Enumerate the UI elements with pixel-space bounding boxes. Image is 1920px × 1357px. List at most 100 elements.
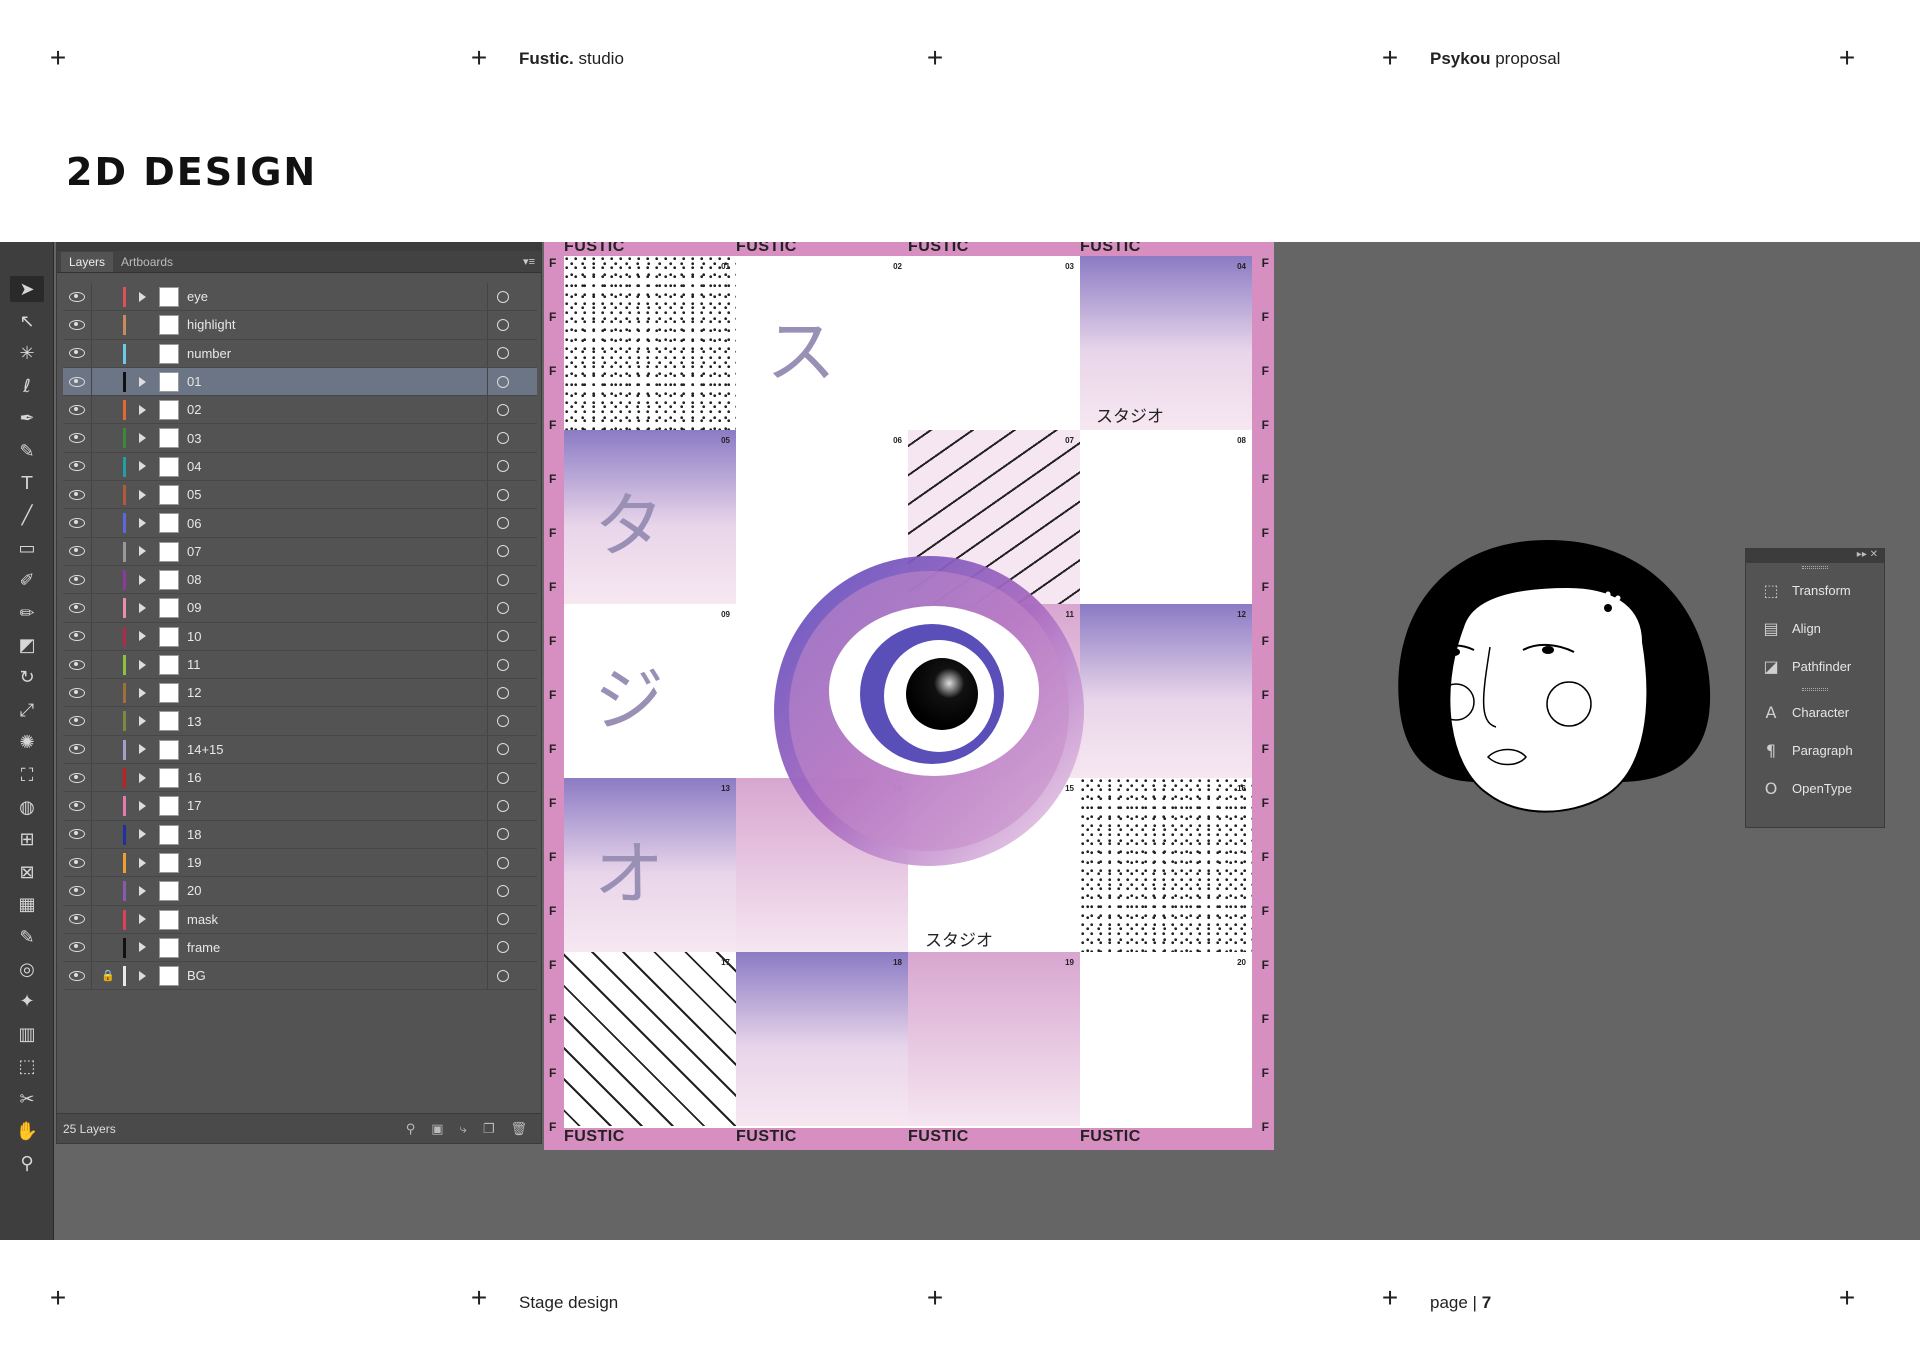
layer-name[interactable]: 07: [187, 544, 201, 559]
make-clipping-mask-icon[interactable]: ▣: [431, 1122, 443, 1137]
layer-name[interactable]: 02: [187, 402, 201, 417]
visibility-eye-icon[interactable]: [69, 546, 85, 557]
expand-triangle-icon[interactable]: [139, 772, 146, 783]
visibility-eye-icon[interactable]: [69, 744, 85, 755]
visibility-eye-icon[interactable]: [69, 489, 85, 500]
line-tool-icon[interactable]: ╱: [10, 503, 44, 529]
visibility-eye-icon[interactable]: [69, 829, 85, 840]
layer-name[interactable]: BG: [187, 968, 206, 983]
mesh-tool-icon[interactable]: ⊠: [10, 859, 44, 885]
layer-row[interactable]: 08: [63, 565, 537, 595]
type-tool-icon[interactable]: T: [10, 470, 44, 496]
visibility-eye-icon[interactable]: [69, 404, 85, 415]
expand-triangle-icon[interactable]: [139, 857, 146, 868]
target-circle-icon[interactable]: [497, 573, 509, 586]
layer-name[interactable]: 20: [187, 883, 201, 898]
target-circle-icon[interactable]: [497, 743, 509, 756]
rectangle-tool-icon[interactable]: ▭: [10, 535, 44, 561]
face-illustration[interactable]: [1378, 532, 1718, 862]
visibility-eye-icon[interactable]: [69, 319, 85, 330]
create-sublayer-icon[interactable]: ⤷: [460, 1122, 467, 1137]
layer-row[interactable]: 05: [63, 481, 537, 510]
layer-name[interactable]: 08: [187, 572, 201, 587]
tab-layers[interactable]: Layers: [61, 252, 114, 272]
layer-name[interactable]: 13: [187, 714, 201, 729]
target-circle-icon[interactable]: [497, 488, 509, 501]
layer-name[interactable]: mask: [187, 912, 218, 927]
expand-triangle-icon[interactable]: [139, 659, 146, 670]
target-circle-icon[interactable]: [497, 658, 509, 671]
slice-tool-icon[interactable]: ✂: [10, 1086, 44, 1112]
perspective-grid-tool-icon[interactable]: ⊞: [10, 827, 44, 853]
visibility-eye-icon[interactable]: [69, 885, 85, 896]
layer-row[interactable]: 09: [63, 594, 537, 623]
paintbrush-tool-icon[interactable]: ✐: [10, 568, 44, 594]
visibility-eye-icon[interactable]: [69, 348, 85, 359]
visibility-eye-icon[interactable]: [69, 376, 85, 387]
expand-triangle-icon[interactable]: [139, 829, 146, 840]
expand-triangle-icon[interactable]: [139, 404, 146, 415]
warp-tool-icon[interactable]: ✺: [10, 730, 44, 756]
layer-row[interactable]: mask: [63, 905, 537, 934]
expand-triangle-icon[interactable]: [139, 687, 146, 698]
layer-row[interactable]: 19: [63, 848, 537, 878]
layer-name[interactable]: highlight: [187, 317, 235, 332]
visibility-eye-icon[interactable]: [69, 687, 85, 698]
target-circle-icon[interactable]: [497, 799, 509, 812]
visibility-eye-icon[interactable]: [69, 857, 85, 868]
expand-triangle-icon[interactable]: [139, 800, 146, 811]
layer-name[interactable]: frame: [187, 940, 220, 955]
zoom-tool-icon[interactable]: ⚲: [10, 1151, 44, 1177]
panel-grip[interactable]: [1746, 563, 1884, 571]
magic-wand-tool-icon[interactable]: ✳: [10, 341, 44, 367]
visibility-eye-icon[interactable]: [69, 970, 85, 981]
layer-name[interactable]: 19: [187, 855, 201, 870]
target-circle-icon[interactable]: [497, 460, 509, 473]
panel-menu-icon[interactable]: ▾≡: [523, 255, 535, 268]
free-transform-tool-icon[interactable]: ⛶: [10, 762, 44, 788]
layer-row[interactable]: highlight: [63, 311, 537, 340]
layer-row[interactable]: 20: [63, 877, 537, 906]
panel-grip[interactable]: [1746, 685, 1884, 693]
expand-triangle-icon[interactable]: [139, 574, 146, 585]
target-circle-icon[interactable]: [497, 884, 509, 897]
expand-triangle-icon[interactable]: [139, 489, 146, 500]
selection-tool-icon[interactable]: ➤: [10, 276, 44, 302]
pen-tool-icon[interactable]: ✒: [10, 406, 44, 432]
target-circle-icon[interactable]: [497, 715, 509, 728]
target-circle-icon[interactable]: [497, 318, 509, 331]
expand-triangle-icon[interactable]: [139, 602, 146, 613]
layer-row[interactable]: 01: [63, 367, 537, 397]
layer-name[interactable]: 05: [187, 487, 201, 502]
target-circle-icon[interactable]: [497, 347, 509, 360]
expand-triangle-icon[interactable]: [139, 885, 146, 896]
visibility-eye-icon[interactable]: [69, 518, 85, 529]
layer-row[interactable]: 02: [63, 396, 537, 425]
visibility-eye-icon[interactable]: [69, 574, 85, 585]
eyedropper-tool-icon[interactable]: ✎: [10, 924, 44, 950]
layer-name[interactable]: eye: [187, 289, 208, 304]
gradient-tool-icon[interactable]: ▦: [10, 892, 44, 918]
target-circle-icon[interactable]: [497, 941, 509, 954]
artboard-tool-icon[interactable]: ⬚: [10, 1054, 44, 1080]
layer-row[interactable]: 10: [63, 622, 537, 651]
trash-icon[interactable]: 🗑: [510, 1122, 527, 1137]
expand-triangle-icon[interactable]: [139, 546, 146, 557]
layer-row[interactable]: number: [63, 339, 537, 368]
target-circle-icon[interactable]: [497, 771, 509, 784]
visibility-eye-icon[interactable]: [69, 602, 85, 613]
visibility-eye-icon[interactable]: [69, 716, 85, 727]
layer-name[interactable]: 04: [187, 459, 201, 474]
direct-selection-tool-icon[interactable]: ↖: [10, 308, 44, 334]
layer-name[interactable]: 11: [187, 657, 201, 672]
symbol-sprayer-tool-icon[interactable]: ✦: [10, 989, 44, 1015]
layer-row[interactable]: eye: [63, 283, 537, 312]
target-circle-icon[interactable]: [497, 969, 509, 982]
layer-row[interactable]: 17: [63, 792, 537, 821]
layer-row[interactable]: 🔒 BG: [63, 962, 537, 991]
layer-row[interactable]: 06: [63, 509, 537, 538]
layer-name[interactable]: number: [187, 346, 231, 361]
target-circle-icon[interactable]: [497, 601, 509, 614]
layer-row[interactable]: 14+15: [63, 735, 537, 765]
visibility-eye-icon[interactable]: [69, 291, 85, 302]
